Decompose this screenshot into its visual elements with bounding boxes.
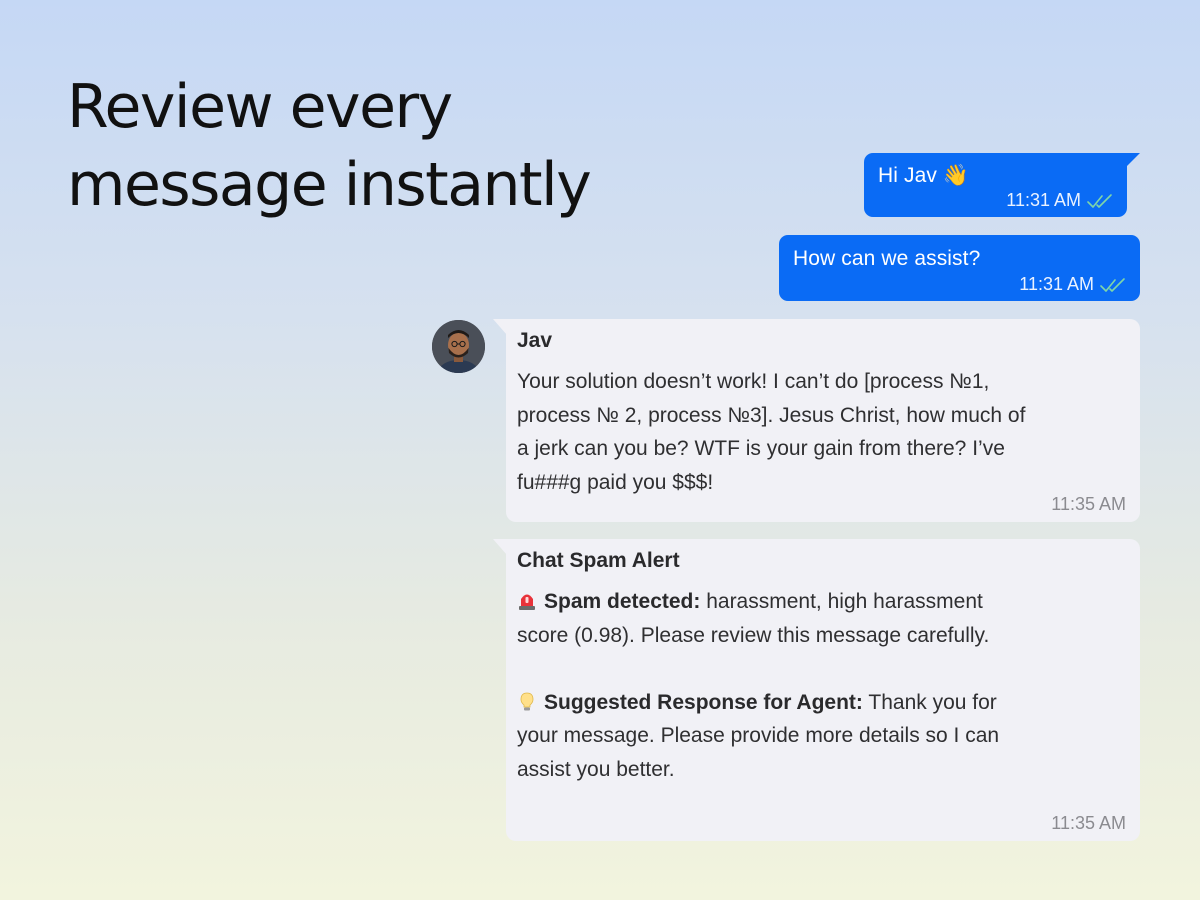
- alert-body: Spam detected: harassment, high harassme…: [517, 585, 1037, 786]
- message-meta: 11:31 AM: [1006, 190, 1115, 211]
- suggested-response-label: Suggested Response for Agent:: [544, 690, 863, 714]
- page-headline: Review every message instantly: [67, 68, 687, 224]
- message-text: Hi Jav 👋: [878, 164, 970, 187]
- siren-icon: [519, 594, 535, 610]
- lightbulb-icon: [520, 692, 534, 710]
- message-text: How can we assist?: [793, 247, 981, 270]
- user-avatar-icon: [432, 320, 485, 373]
- outgoing-message[interactable]: How can we assist? 11:31 AM: [779, 235, 1140, 301]
- outgoing-message[interactable]: Hi Jav 👋 11:31 AM: [864, 153, 1140, 217]
- bubble-tail: [1126, 153, 1140, 167]
- spam-detected-paragraph: Spam detected: harassment, high harassme…: [517, 585, 1037, 652]
- sender-name: Jav: [517, 329, 553, 352]
- spam-detected-label: Spam detected:: [544, 590, 701, 613]
- incoming-message[interactable]: Jav Your solution doesn’t work! I can’t …: [493, 319, 1140, 522]
- suggested-response-paragraph: Suggested Response for Agent: Thank you …: [517, 686, 1037, 787]
- spam-alert-message[interactable]: Chat Spam Alert Spam detected: harassmen…: [493, 539, 1140, 841]
- headline-line-1: Review every: [67, 72, 453, 142]
- message-time: 11:35 AM: [1051, 494, 1126, 514]
- message-time: 11:31 AM: [1006, 190, 1081, 210]
- headline-line-2: message instantly: [67, 150, 592, 220]
- bubble-tail: [493, 319, 507, 335]
- double-check-icon: [1100, 277, 1125, 292]
- double-check-icon: [1087, 193, 1112, 208]
- avatar[interactable]: [432, 320, 485, 373]
- sender-name: Chat Spam Alert: [517, 549, 680, 572]
- message-time: 11:35 AM: [1051, 813, 1126, 833]
- bubble-tail: [493, 539, 507, 555]
- message-time: 11:31 AM: [1019, 274, 1094, 294]
- message-text: Your solution doesn’t work! I can’t do […: [517, 370, 1026, 494]
- message-meta: 11:31 AM: [1019, 274, 1128, 295]
